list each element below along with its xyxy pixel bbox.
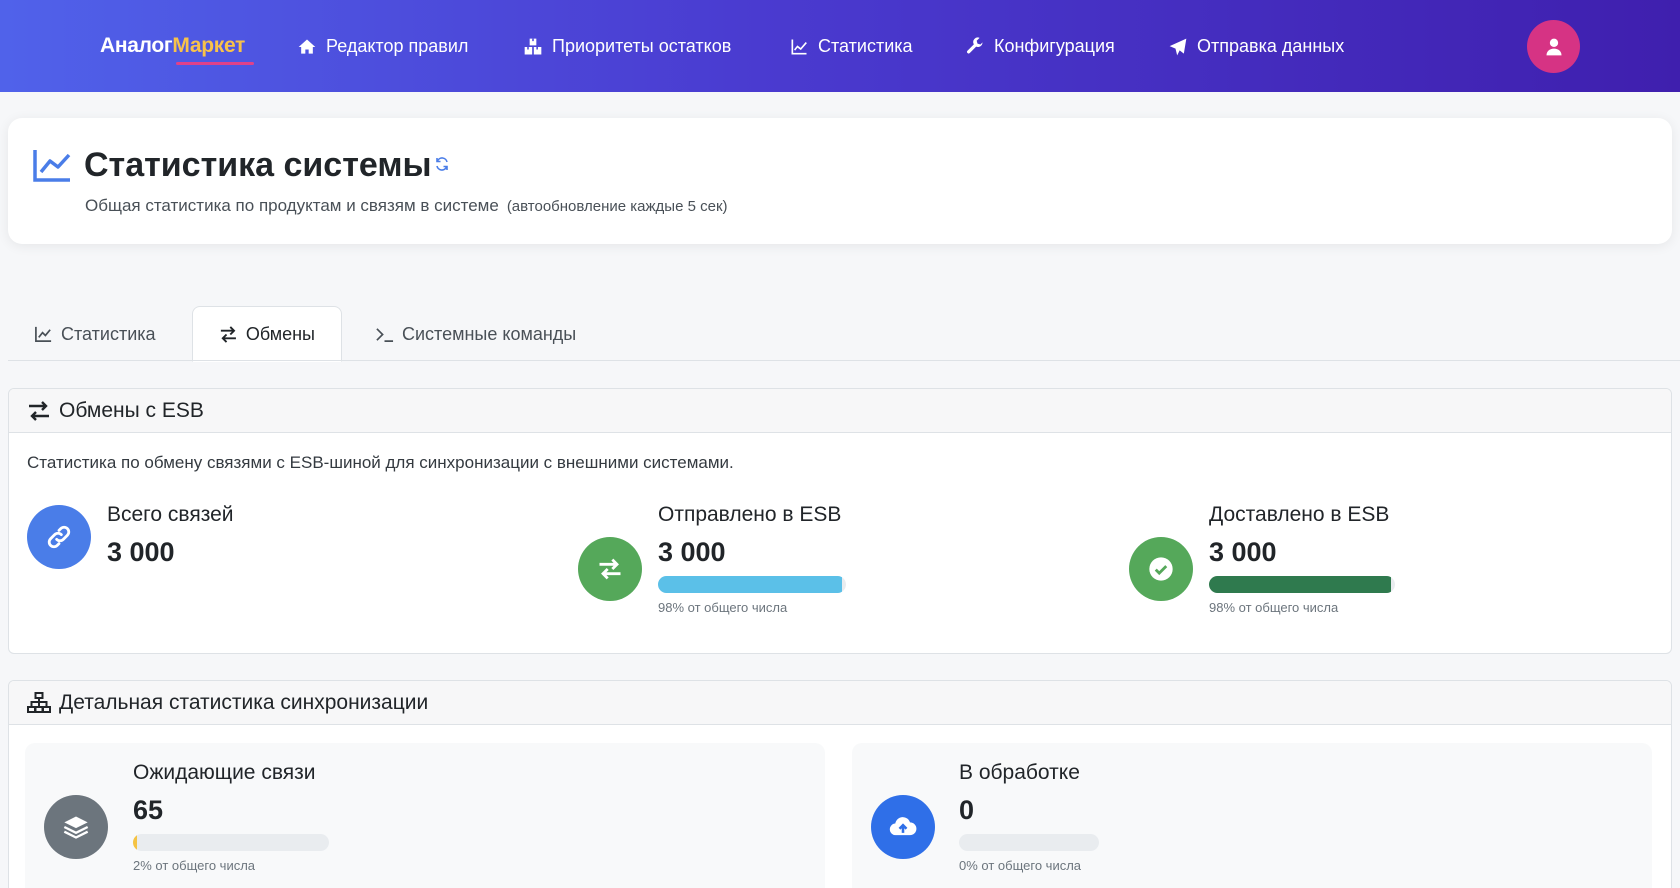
pending-links-caption: 2% от общего числа — [133, 858, 256, 873]
total-links-label: Всего связей — [107, 503, 234, 526]
nav-item-send-data[interactable]: Отправка данных — [1168, 36, 1344, 57]
tab-label: Обмены — [245, 323, 315, 344]
sent-esb-caption: 98% от общего числа — [658, 600, 788, 615]
layers-icon — [63, 816, 89, 839]
in-processing-label: В обработке — [959, 761, 1080, 784]
brand-part1: Аналог — [100, 34, 173, 57]
in-processing-panel: В обработке 0 0% от общего числа — [852, 743, 1652, 888]
delivered-esb-progress-fill — [1209, 576, 1392, 593]
sync-card-title: Детальная статистика синхронизации — [59, 690, 429, 714]
nav-item-configuration[interactable]: Конфигурация — [965, 36, 1115, 57]
pending-links-icon-circle — [44, 795, 108, 859]
page-subtitle: Общая статистика по продуктам и связям в… — [85, 196, 728, 216]
tab-label: Статистика — [61, 323, 156, 344]
chart-line-icon — [791, 39, 807, 54]
sync-details-card: Детальная статистика синхронизации Ожида… — [8, 680, 1672, 888]
exchange-icon — [599, 558, 621, 580]
top-navbar: АналогМаркет Редактор правил Приоритеты … — [0, 0, 1680, 92]
paper-plane-icon — [1169, 38, 1187, 55]
boxes-icon — [524, 38, 542, 54]
exchange-icon — [220, 325, 236, 343]
sent-esb-icon-circle — [578, 537, 642, 601]
pending-links-label: Ожидающие связи — [133, 761, 316, 784]
delivered-esb-icon-circle — [1129, 537, 1193, 601]
refresh-icon[interactable] — [434, 156, 450, 172]
exchange-icon — [29, 400, 49, 421]
nav-item-statistics[interactable]: Статистика — [789, 36, 913, 57]
home-icon — [298, 39, 316, 54]
tabs-divider — [8, 360, 1680, 361]
user-icon — [1546, 38, 1561, 55]
chart-line-icon — [33, 150, 71, 182]
user-avatar-button[interactable] — [1527, 20, 1580, 73]
delivered-esb-label: Доставлено в ESB — [1209, 503, 1390, 526]
delivered-esb-progress — [1209, 576, 1395, 593]
in-processing-value: 0 — [959, 795, 975, 825]
sitemap-icon — [27, 691, 51, 713]
page-title: Статистика системы — [84, 146, 432, 184]
link-icon — [47, 525, 71, 549]
page-header-card: Статистика системы Общая статистика по п… — [8, 118, 1672, 244]
tab-system-commands[interactable]: Системные команды — [375, 306, 576, 362]
nav-item-rules-editor[interactable]: Редактор правил — [297, 36, 468, 57]
cloud-upload-icon — [889, 817, 917, 836]
sent-esb-label: Отправлено в ESB — [658, 503, 842, 526]
sent-esb-progress — [658, 576, 846, 593]
total-links-icon-circle — [27, 505, 91, 569]
tab-label: Системные команды — [402, 323, 577, 344]
autorefresh-note: (автообновление каждые 5 сек) — [506, 198, 728, 215]
pending-links-panel: Ожидающие связи 65 2% от общего числа — [25, 743, 825, 888]
sent-esb-value: 3 000 — [658, 537, 726, 567]
pending-links-progress — [133, 834, 329, 851]
total-links-value: 3 000 — [107, 537, 175, 567]
delivered-esb-value: 3 000 — [1209, 537, 1277, 567]
nav-item-label: Редактор правил — [326, 36, 469, 56]
pending-links-progress-fill — [133, 834, 137, 851]
tab-statistics[interactable]: Статистика — [34, 306, 156, 362]
subtitle-text: Общая статистика по продуктам и связям в… — [85, 196, 499, 215]
nav-item-stock-priorities[interactable]: Приоритеты остатков — [523, 36, 731, 57]
esb-exchanges-card: Обмены с ESB Статистика по обмену связям… — [8, 388, 1672, 654]
tab-exchanges[interactable]: Обмены — [192, 306, 342, 362]
brand-part2: Маркет — [172, 34, 246, 57]
nav-item-label: Статистика — [818, 36, 913, 56]
in-processing-progress — [959, 834, 1099, 851]
nav-item-label: Отправка данных — [1197, 36, 1345, 56]
sync-card-header: Детальная статистика синхронизации — [9, 681, 1671, 725]
in-processing-caption: 0% от общего числа — [959, 858, 1082, 873]
brand-underline — [176, 62, 254, 65]
esb-description: Статистика по обмену связями с ESB-шиной… — [27, 453, 734, 472]
terminal-icon — [376, 327, 394, 342]
check-circle-icon — [1149, 557, 1173, 581]
in-processing-icon-circle — [871, 795, 935, 859]
chart-line-icon — [35, 326, 52, 342]
sent-esb-progress-fill — [658, 576, 843, 593]
brand-logo[interactable]: АналогМаркет — [100, 34, 245, 58]
nav-item-label: Конфигурация — [994, 36, 1115, 56]
nav-item-label: Приоритеты остатков — [552, 36, 732, 56]
esb-card-header: Обмены с ESB — [9, 389, 1671, 433]
pending-links-value: 65 — [133, 795, 164, 825]
delivered-esb-caption: 98% от общего числа — [1209, 600, 1339, 615]
wrench-icon — [967, 36, 984, 53]
esb-card-title: Обмены с ESB — [59, 398, 204, 422]
